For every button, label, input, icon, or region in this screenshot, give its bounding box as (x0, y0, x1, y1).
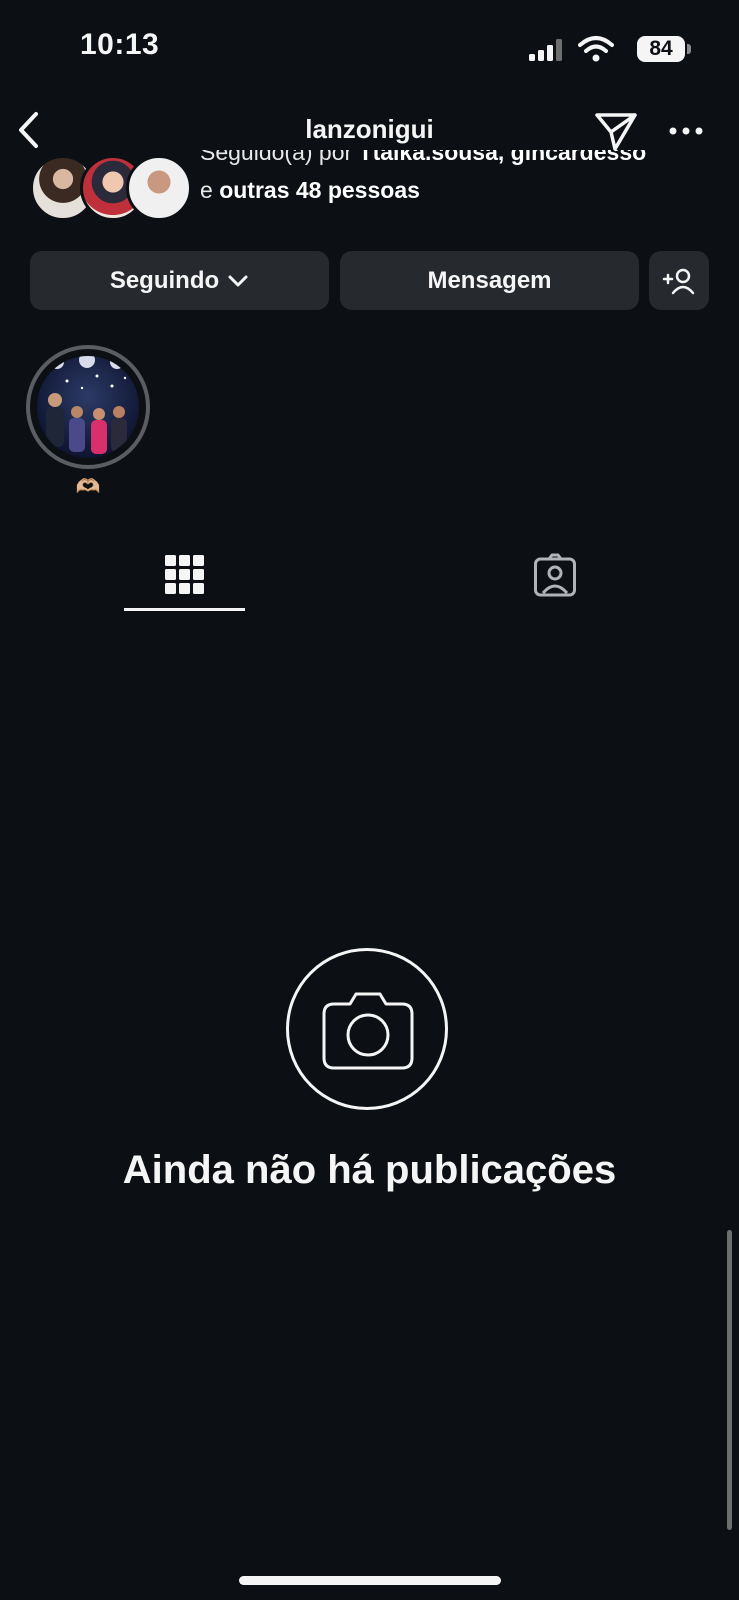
followed-by-text[interactable]: Seguido(a) por Ttaika.sousa, gincardesso… (200, 150, 720, 206)
status-time: 10:13 (80, 28, 160, 61)
grid-icon[interactable] (165, 555, 205, 595)
highlight-photo-art (37, 356, 139, 458)
highlight-label: 🫶🏼 (75, 476, 101, 498)
followed-by-line2-prefix: e (200, 177, 220, 203)
battery-indicator: 84 (637, 36, 685, 62)
message-label: Mensagem (427, 266, 552, 294)
add-person-button[interactable] (649, 251, 709, 310)
active-tab-indicator (124, 608, 245, 611)
followed-by-prefix: Seguido(a) por (200, 150, 359, 165)
battery-level: 84 (649, 37, 673, 60)
home-indicator[interactable] (239, 1576, 501, 1585)
camera-icon (322, 992, 414, 1070)
followed-by-names: Ttaika.sousa, gincardesso (358, 150, 647, 165)
chevron-down-icon (228, 275, 248, 286)
follower-avatar[interactable] (126, 155, 192, 221)
scrollbar[interactable] (727, 1230, 732, 1530)
tagged-photos-icon[interactable] (533, 553, 577, 597)
add-person-icon (662, 268, 695, 294)
send-message-icon[interactable] (594, 111, 638, 151)
signal-icon (529, 39, 562, 61)
wifi-icon (578, 36, 614, 62)
more-options-icon[interactable] (668, 125, 704, 137)
followed-by-others: outras 48 pessoas (219, 177, 420, 203)
battery-tip (687, 44, 691, 54)
following-button[interactable]: Seguindo (30, 251, 329, 310)
highlight-cover-image[interactable] (37, 356, 139, 458)
following-label: Seguindo (109, 266, 220, 294)
message-button[interactable]: Mensagem (340, 251, 639, 310)
empty-state-title: Ainda não há publicações (122, 1148, 617, 1192)
